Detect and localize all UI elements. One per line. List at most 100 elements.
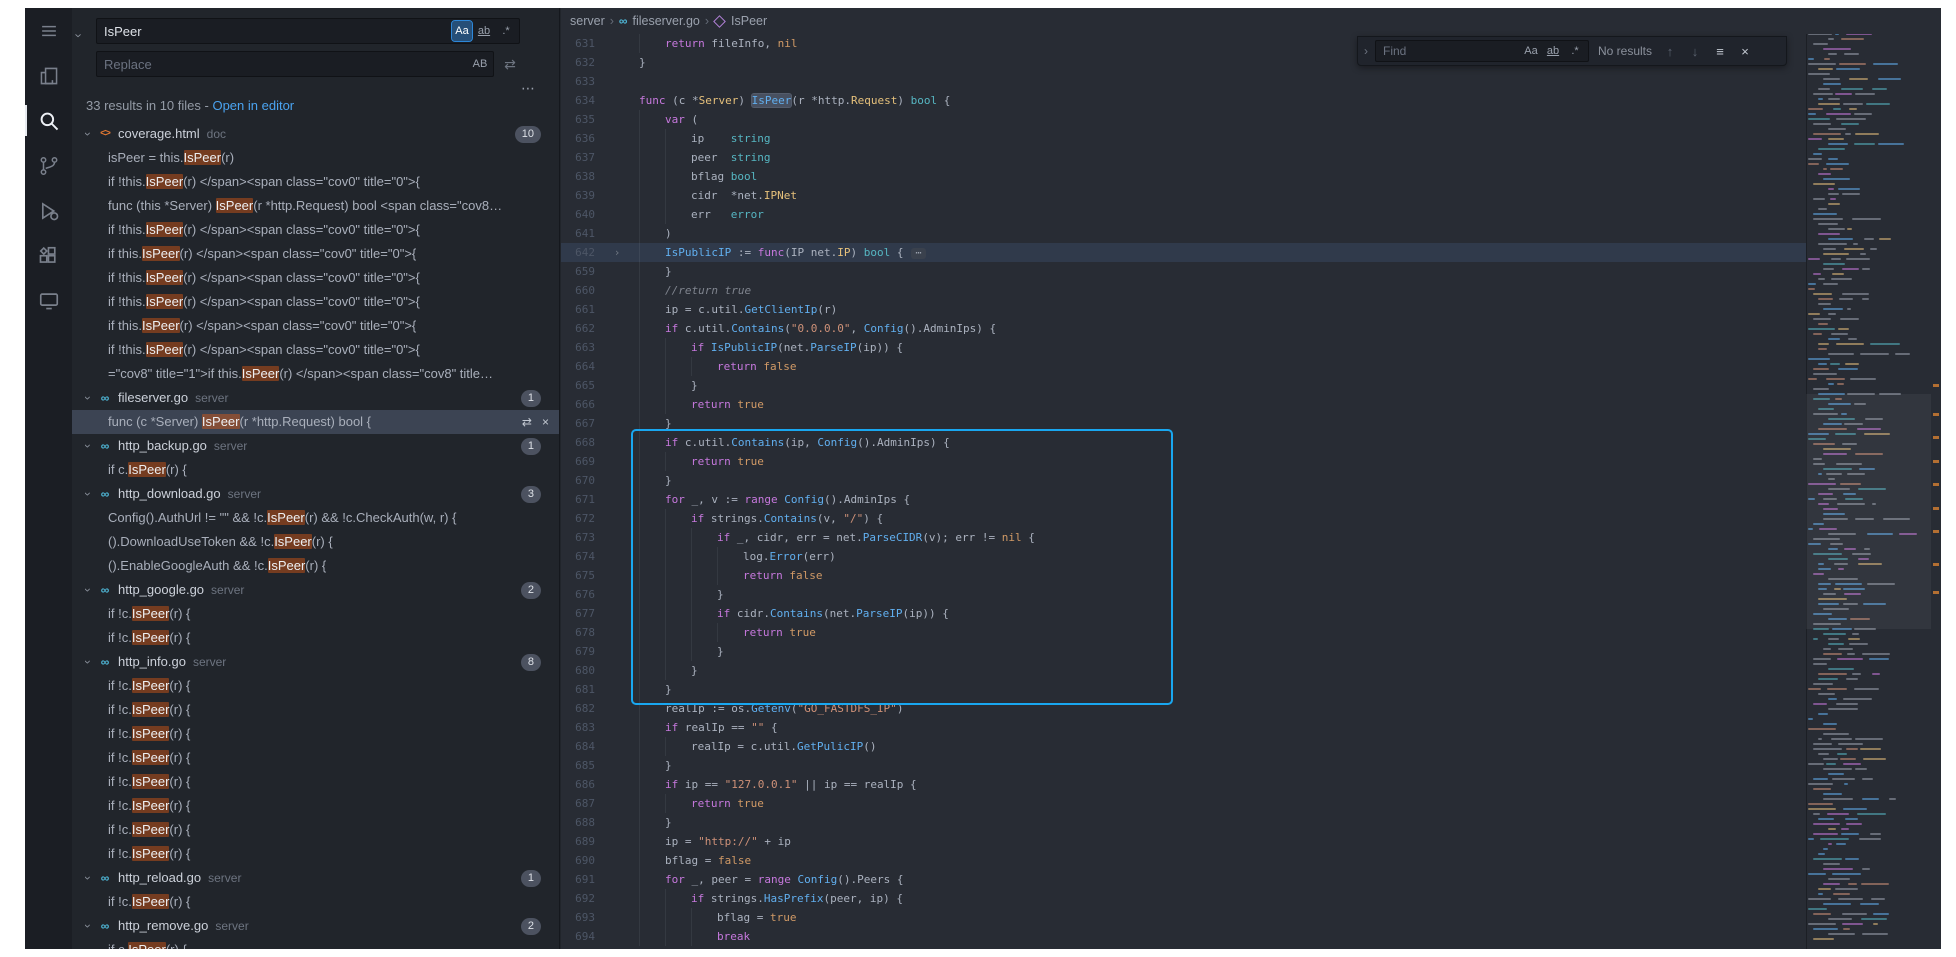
minimap-viewport[interactable] [1806,394,1931,629]
breadcrumb-folder[interactable]: server [570,14,605,28]
activity-search-icon[interactable] [25,98,72,143]
match-result[interactable]: func (c *Server) IsPeer(r *http.Request)… [72,410,559,434]
toggle-replace-button[interactable]: › [77,28,93,56]
file-result[interactable]: ›∞http_backup.goserver1 [72,434,559,458]
match-result[interactable]: if !this.IsPeer(r) </span><span class="c… [72,266,559,290]
breadcrumb-symbol[interactable]: IsPeer [714,14,767,28]
file-result[interactable]: ›∞http_reload.goserver1 [72,866,559,890]
find-whole-word-toggle[interactable]: ab [1543,41,1563,61]
indent-guide [691,585,717,604]
results-summary-text: 33 results in 10 files [86,98,201,113]
file-result[interactable]: ›∞http_info.goserver8 [72,650,559,674]
toggle-search-details-button[interactable]: ⋯ [518,78,538,98]
activity-extensions-icon[interactable] [25,233,72,278]
match-result[interactable]: func (this *Server) IsPeer(r *http.Reque… [72,194,559,218]
match-result[interactable]: if !c.IsPeer(r) { [72,602,559,626]
chevron-down-icon: › [76,126,100,142]
find-toggle-replace-chevron[interactable]: › [1364,44,1368,58]
minimap[interactable] [1806,8,1931,949]
code-line-640: 640err error [561,205,1806,224]
find-regex-toggle[interactable]: .* [1565,41,1585,61]
match-result[interactable]: if !c.IsPeer(r) { [72,890,559,914]
minimap-line [1806,378,1931,380]
activity-remote-icon[interactable] [25,278,72,323]
find-previous-button[interactable]: ↑ [1661,44,1679,59]
match-result[interactable]: if this.IsPeer(r) </span><span class="co… [72,242,559,266]
minimap-line [1806,888,1931,890]
match-result[interactable]: if !c.IsPeer(r) { [72,842,559,866]
match-result[interactable]: if !c.IsPeer(r) { [72,626,559,650]
minimap-line [1806,328,1931,330]
match-highlight: IsPeer [132,702,170,717]
match-result[interactable]: if !this.IsPeer(r) </span><span class="c… [72,218,559,242]
match-result[interactable]: if !c.IsPeer(r) { [72,674,559,698]
match-result[interactable]: if !c.IsPeer(r) { [72,818,559,842]
indent-guide [665,395,691,414]
find-close-button[interactable]: × [1736,44,1754,59]
line-number: 687 [561,794,595,813]
find-next-button[interactable]: ↓ [1686,44,1704,59]
match-result[interactable]: if !this.IsPeer(r) </span><span class="c… [72,290,559,314]
match-result[interactable]: if !c.IsPeer(r) { [72,698,559,722]
match-result[interactable]: if c.IsPeer(r) { [72,938,559,949]
regex-toggle[interactable]: .* [496,21,516,41]
match-text-pre: if !c. [108,630,132,645]
folded-code-ellipsis[interactable]: ⋯ [911,248,925,259]
match-result[interactable]: if !this.IsPeer(r) </span><span class="c… [72,338,559,362]
code-line-669: 669return true [561,452,1806,471]
minimap-line [1806,663,1931,665]
match-count-badge: 1 [521,438,541,455]
match-text-pre: if !this. [108,270,146,285]
match-text-post: (r) { [169,846,190,861]
activity-explorer-icon[interactable] [25,53,72,98]
activity-source-control-icon[interactable] [25,143,72,188]
match-result[interactable]: Config().AuthUrl != "" && !c.IsPeer(r) &… [72,506,559,530]
match-result[interactable]: isPeer = this.IsPeer(r) [72,146,559,170]
find-input[interactable] [1376,44,1521,58]
file-result[interactable]: ›∞http_remove.goserver2 [72,914,559,938]
open-in-editor-link[interactable]: Open in editor [212,98,294,113]
replace-match-button[interactable]: ⇄ [522,410,532,434]
match-case-toggle[interactable]: Aa [452,21,472,41]
match-result[interactable]: if c.IsPeer(r) { [72,458,559,482]
search-input[interactable] [97,24,452,39]
match-result[interactable]: ().DownloadUseToken && !c.IsPeer(r) { [72,530,559,554]
match-result[interactable]: if !c.IsPeer(r) { [72,722,559,746]
file-result[interactable]: ›∞http_download.goserver3 [72,482,559,506]
minimap-line [1806,123,1931,125]
minimap-line [1806,88,1931,90]
preserve-case-toggle[interactable]: AB [470,54,490,74]
find-in-selection-button[interactable]: ≡ [1711,44,1729,59]
match-result[interactable]: if !this.IsPeer(r) </span><span class="c… [72,170,559,194]
match-result[interactable]: if !c.IsPeer(r) { [72,746,559,770]
file-result[interactable]: ›∞fileserver.goserver1 [72,386,559,410]
match-result[interactable]: if !c.IsPeer(r) { [72,770,559,794]
line-number: 660 [561,281,595,300]
whole-word-toggle[interactable]: ab [474,21,494,41]
minimap-line [1806,118,1931,120]
activity-run-debug-icon[interactable] [25,188,72,233]
code-line-663: 663if IsPublicIP(net.ParseIP(ip)) { [561,338,1806,357]
match-result[interactable]: if this.IsPeer(r) </span><span class="co… [72,314,559,338]
match-count-badge: 1 [521,870,541,887]
indent-guide [665,908,691,927]
activity-menu-icon[interactable] [25,8,72,53]
fold-chevron-icon[interactable]: › [595,243,639,262]
match-result[interactable]: if !c.IsPeer(r) { [72,794,559,818]
minimap-line [1806,238,1931,240]
indent-guide [639,661,665,680]
file-result[interactable]: ›∞http_google.goserver2 [72,578,559,602]
chevron-down-icon: › [76,438,100,454]
file-result[interactable]: ›<>coverage.htmldoc10 [72,122,559,146]
line-number: 681 [561,680,595,699]
dismiss-match-button[interactable]: × [542,410,549,434]
match-result[interactable]: ="cov8" title="1">if this.IsPeer(r) </sp… [72,362,559,386]
minimap-line [1806,638,1931,640]
match-result[interactable]: ().EnableGoogleAuth && !c.IsPeer(r) { [72,554,559,578]
code-area[interactable]: 631return fileInfo, nil632}633634func (c… [561,34,1806,949]
find-match-case-toggle[interactable]: Aa [1521,41,1541,61]
breadcrumb-file[interactable]: ∞fileserver.go [619,14,700,28]
replace-input[interactable] [97,57,470,72]
line-number: 631 [561,34,595,53]
replace-all-button[interactable]: ⇄ [500,54,520,74]
